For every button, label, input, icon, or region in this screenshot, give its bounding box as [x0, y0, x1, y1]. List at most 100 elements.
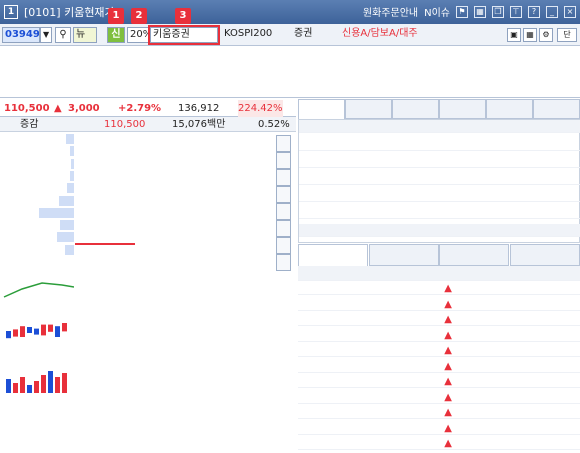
link-icon[interactable]: ⚑ [456, 5, 468, 18]
window-title: [0101] 키움현재가 [24, 6, 115, 19]
tab-3[interactable] [439, 99, 486, 119]
candle [27, 327, 32, 333]
volume: 136,912 [178, 103, 220, 114]
expected-change [186, 244, 276, 256]
code-dropdown-arrow-icon[interactable]: ▼ [40, 27, 52, 43]
change-percent: +2.79% [118, 103, 162, 114]
volume-bar [62, 373, 67, 393]
minimize-icon[interactable]: _ [546, 5, 558, 18]
search-icon[interactable]: ⚲ [55, 27, 71, 43]
trade-change: ▲ [402, 360, 458, 373]
broker-row [299, 206, 580, 219]
candle [55, 326, 60, 337]
up-arrow-icon: ▲ [444, 360, 452, 372]
stock-name-field[interactable]: 키움증권 [148, 25, 220, 45]
pin-icon[interactable]: ⊤ [510, 5, 522, 18]
order-guide-link[interactable]: 원화주문안내 [363, 4, 418, 19]
orderbook-header: 증감 110,500 15,076백만 0.52% [0, 117, 296, 132]
ask-volume-bar [65, 134, 74, 144]
stock-info-table [0, 46, 580, 98]
side-button[interactable] [276, 152, 291, 169]
trade-row: ▲ [298, 329, 580, 342]
ask-volume-bar [39, 207, 74, 218]
trade-change: ▲ [402, 406, 458, 419]
trade-row: ▲ [298, 437, 580, 450]
volume-bar [48, 371, 53, 393]
help-icon[interactable]: ? [528, 5, 540, 18]
up-arrow-icon: ▲ [444, 391, 452, 403]
side-button[interactable] [276, 220, 291, 237]
mini-chart [3, 282, 74, 393]
trade-row: ▲ [298, 313, 580, 326]
side-button[interactable] [276, 237, 291, 254]
price-change: 3,000 [68, 103, 100, 114]
turnover-rate: 0.52% [258, 119, 290, 130]
trade-tabs [298, 244, 580, 266]
trade-row: ▲ [298, 298, 580, 311]
trade-tab-3[interactable] [509, 244, 580, 266]
stock-code-input[interactable]: 039490 [2, 27, 40, 43]
trade-tab-2[interactable] [439, 244, 509, 266]
side-button[interactable] [276, 135, 291, 152]
header-price: 110,500 [104, 119, 146, 130]
ask-volume-bar [69, 170, 74, 181]
ask-volume-bar [58, 195, 74, 206]
badge-3: 3 [175, 8, 191, 24]
tab-1[interactable] [345, 99, 392, 119]
right-tabs [298, 99, 580, 119]
issue-link[interactable]: N이슈 [424, 4, 450, 19]
layout-icon[interactable]: ▣ [507, 28, 521, 42]
trade-list: ▲ ▲ ▲ ▲ ▲ ▲ ▲ ▲ ▲ ▲ ▲ [298, 266, 580, 453]
badge-2: 2 [131, 8, 147, 24]
side-button[interactable] [276, 186, 291, 203]
up-arrow-icon: ▲ [444, 329, 452, 341]
broker-panel [298, 119, 580, 243]
broker-row [299, 172, 580, 185]
volume-bar [20, 377, 25, 393]
up-arrow-icon: ▲ [54, 103, 62, 114]
settings-icon[interactable]: ⚙ [539, 28, 553, 42]
trade-tab-0[interactable] [298, 244, 368, 266]
trade-row: ▲ [298, 422, 580, 435]
up-arrow-icon: ▲ [444, 422, 452, 434]
credit-button[interactable]: 신 [107, 27, 125, 43]
news-type-select[interactable]: 뉴 [73, 27, 97, 43]
tab-4[interactable] [486, 99, 533, 119]
trade-change: ▲ [402, 437, 458, 450]
trade-row: ▲ [298, 406, 580, 419]
candle [41, 324, 46, 336]
single-button[interactable]: 단 [557, 28, 577, 42]
up-arrow-icon: ▲ [444, 438, 452, 449]
broker-row [299, 155, 580, 168]
title-bar: 1 [0101] 키움현재가 원화주문안내 N이슈 ⚑ ▦ ❐ ⊤ ? _ × [0, 0, 580, 24]
candle [48, 324, 53, 332]
side-button[interactable] [276, 169, 291, 186]
candle [62, 323, 67, 332]
trade-change: ▲ [402, 313, 458, 326]
ask-volume-bar [64, 244, 74, 255]
trade-change: ▲ [402, 422, 458, 435]
tab-0[interactable] [298, 99, 345, 119]
broker-header [299, 120, 580, 133]
up-arrow-icon: ▲ [444, 314, 452, 325]
tab-2[interactable] [392, 99, 439, 119]
side-button[interactable] [276, 203, 291, 220]
trade-row: ▲ [298, 344, 580, 357]
layout-icon[interactable]: ▦ [474, 5, 486, 18]
copy-icon[interactable]: ❐ [492, 5, 504, 18]
moving-average-line [3, 282, 74, 298]
close-icon[interactable]: × [564, 5, 576, 18]
trade-row: ▲ [298, 375, 580, 388]
up-arrow-icon: ▲ [444, 298, 452, 310]
orderbook [0, 132, 296, 418]
volume-bar [13, 383, 18, 393]
grid-icon[interactable]: ▦ [523, 28, 537, 42]
volume-ratio: 224.42% [238, 100, 283, 117]
broker-row [299, 189, 580, 202]
ask-volume-bar [60, 220, 74, 231]
trade-change: ▲ [402, 282, 458, 295]
tab-5[interactable] [533, 99, 580, 119]
side-button[interactable] [276, 254, 291, 271]
trade-tab-1[interactable] [368, 244, 439, 266]
badge-1: 1 [108, 8, 124, 24]
